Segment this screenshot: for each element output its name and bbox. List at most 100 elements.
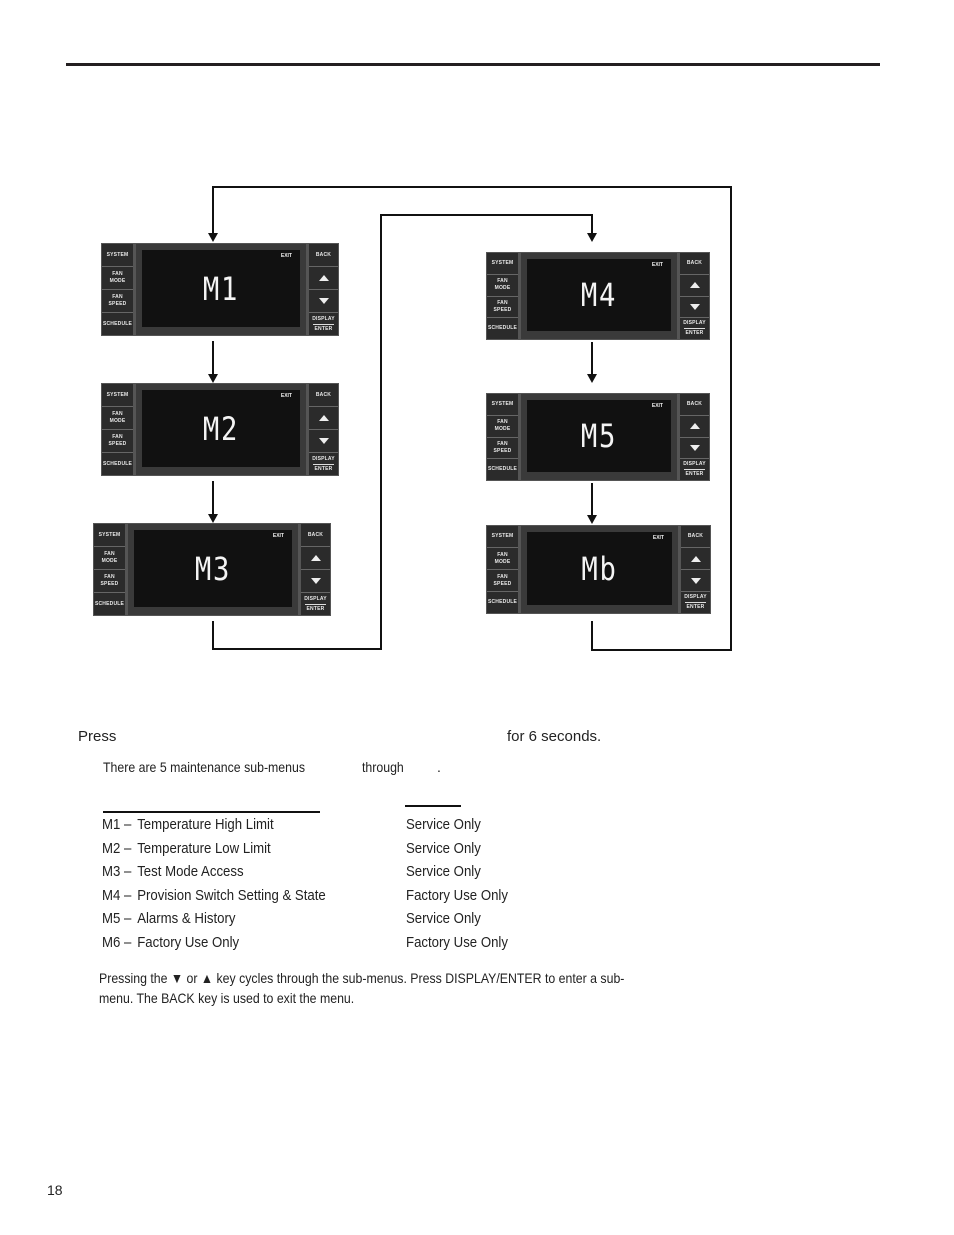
enter-label: ENTER	[685, 471, 704, 478]
menu-item: M6 – Factory Use Only	[102, 934, 239, 951]
system-key[interactable]: SYSTEM	[94, 524, 125, 547]
down-key[interactable]	[309, 290, 338, 313]
column-header-rule-menu	[103, 811, 320, 813]
fan-mode-key[interactable]: FAN MODE	[487, 415, 518, 438]
menu-code: M2 –	[102, 840, 132, 857]
up-key[interactable]	[309, 267, 338, 290]
up-key[interactable]	[301, 547, 330, 570]
flow-line	[380, 214, 593, 216]
menu-code-display: M4	[580, 276, 618, 314]
down-key[interactable]	[309, 430, 338, 453]
up-key[interactable]	[680, 415, 709, 438]
key-divider	[684, 469, 705, 471]
fan-mode-key[interactable]: FAN MODE	[94, 547, 125, 570]
lcd-bezel: EXIT M4	[521, 253, 677, 339]
back-key[interactable]: BACK	[301, 524, 330, 547]
fan-speed-key[interactable]: FAN SPEED	[487, 570, 518, 592]
schedule-key[interactable]: SCHEDULE	[487, 318, 518, 339]
lcd-screen: EXIT M2	[142, 390, 300, 467]
fan-mode-key[interactable]: FAN MODE	[102, 407, 133, 430]
schedule-key[interactable]: SCHEDULE	[102, 453, 133, 475]
thermostat-panel-m4: SYSTEM FAN MODE FAN SPEED SCHEDULE EXIT M4 BAC…	[486, 252, 710, 340]
fan-mode-key[interactable]: FAN MODE	[487, 274, 518, 297]
system-key[interactable]: SYSTEM	[102, 244, 133, 267]
menu-access: Factory Use Only	[406, 887, 508, 904]
flow-line	[730, 186, 732, 651]
enter-label: ENTER	[685, 330, 704, 337]
schedule-key[interactable]: SCHEDULE	[487, 459, 518, 480]
right-key-column: BACK DISPLAY ENTER	[677, 253, 709, 339]
fan-mode-key[interactable]: FAN MODE	[487, 548, 518, 570]
arrow-down-icon	[587, 374, 597, 383]
lcd-screen: EXIT M4	[527, 259, 671, 331]
exit-label: EXIT	[280, 393, 292, 399]
menu-code: M6 –	[102, 934, 132, 951]
display-label: DISPLAY	[683, 461, 706, 468]
fan-speed-key[interactable]: FAN SPEED	[487, 296, 518, 319]
thermostat-panel-m3: SYSTEM FAN MODE FAN SPEED SCHEDULE EXIT M3 BAC…	[93, 523, 331, 616]
back-key[interactable]: BACK	[309, 244, 338, 267]
menu-name: Alarms & History	[137, 910, 236, 927]
back-key[interactable]: BACK	[680, 253, 709, 275]
menu-code: M1 –	[102, 816, 132, 833]
display-label: DISPLAY	[312, 455, 335, 462]
display-enter-key[interactable]: DISPLAY ENTER	[309, 313, 338, 335]
schedule-key[interactable]: SCHEDULE	[487, 592, 518, 613]
display-enter-key[interactable]: DISPLAY ENTER	[680, 459, 709, 480]
fan-mode-key[interactable]: FAN MODE	[102, 267, 133, 290]
display-enter-key[interactable]: DISPLAY ENTER	[309, 453, 338, 475]
exit-label: EXIT	[280, 253, 292, 259]
down-key[interactable]	[680, 296, 709, 319]
back-key[interactable]: BACK	[681, 526, 710, 548]
key-divider	[685, 602, 706, 603]
lcd-screen: EXIT Mb	[527, 532, 672, 605]
submenu-count-text: There are 5 maintenance sub-menus	[103, 759, 306, 775]
menu-code-display: M1	[202, 269, 240, 308]
system-key[interactable]: SYSTEM	[102, 384, 133, 407]
left-key-column: SYSTEM FAN MODE FAN SPEED SCHEDULE	[487, 394, 521, 480]
schedule-key[interactable]: SCHEDULE	[102, 313, 133, 335]
down-key[interactable]	[680, 437, 709, 460]
display-enter-key[interactable]: DISPLAY ENTER	[301, 593, 330, 615]
menu-code-display: M2	[202, 409, 240, 448]
up-key[interactable]	[680, 274, 709, 297]
menu-item: M1 – Temperature High Limit	[102, 816, 274, 833]
arrow-down-icon	[587, 515, 597, 524]
schedule-key[interactable]: SCHEDULE	[94, 593, 125, 615]
fan-speed-key[interactable]: FAN SPEED	[487, 437, 518, 460]
fan-speed-key[interactable]: FAN SPEED	[102, 430, 133, 453]
through-text: through	[362, 759, 404, 775]
lcd-bezel: EXIT Mb	[521, 526, 678, 613]
fan-speed-key[interactable]: FAN SPEED	[102, 290, 133, 313]
display-label: DISPLAY	[312, 315, 335, 322]
flow-line	[212, 481, 214, 516]
system-key[interactable]: SYSTEM	[487, 253, 518, 275]
page-number: 18	[47, 1182, 63, 1198]
lcd-bezel: EXIT M3	[128, 524, 298, 615]
left-key-column: SYSTEM FAN MODE FAN SPEED SCHEDULE	[487, 253, 521, 339]
lcd-screen: EXIT M1	[142, 250, 300, 327]
left-key-column: SYSTEM FAN MODE FAN SPEED SCHEDULE	[487, 526, 521, 613]
down-key[interactable]	[301, 570, 330, 593]
menu-code: M5 –	[102, 910, 132, 927]
fan-speed-key[interactable]: FAN SPEED	[94, 570, 125, 593]
display-enter-key[interactable]: DISPLAY ENTER	[680, 318, 709, 339]
system-key[interactable]: SYSTEM	[487, 394, 518, 416]
arrow-up-icon	[318, 275, 329, 281]
menu-code-display: Mb	[581, 549, 618, 588]
arrow-down-icon	[310, 578, 321, 584]
arrow-down-icon	[208, 374, 218, 383]
thermostat-panel-m2: SYSTEM FAN MODE FAN SPEED SCHEDULE EXIT M2 BAC…	[101, 383, 339, 476]
arrow-down-icon	[690, 577, 701, 584]
system-key[interactable]: SYSTEM	[487, 526, 518, 548]
right-key-column: BACK DISPLAY ENTER	[678, 526, 710, 613]
back-key[interactable]: BACK	[680, 394, 709, 416]
down-key[interactable]	[681, 570, 710, 592]
key-divider	[313, 323, 334, 325]
menu-code: M3 –	[102, 863, 132, 880]
up-key[interactable]	[681, 548, 710, 570]
period-text: .	[437, 759, 441, 775]
up-key[interactable]	[309, 407, 338, 430]
back-key[interactable]: BACK	[309, 384, 338, 407]
display-enter-key[interactable]: DISPLAY ENTER	[681, 592, 710, 613]
